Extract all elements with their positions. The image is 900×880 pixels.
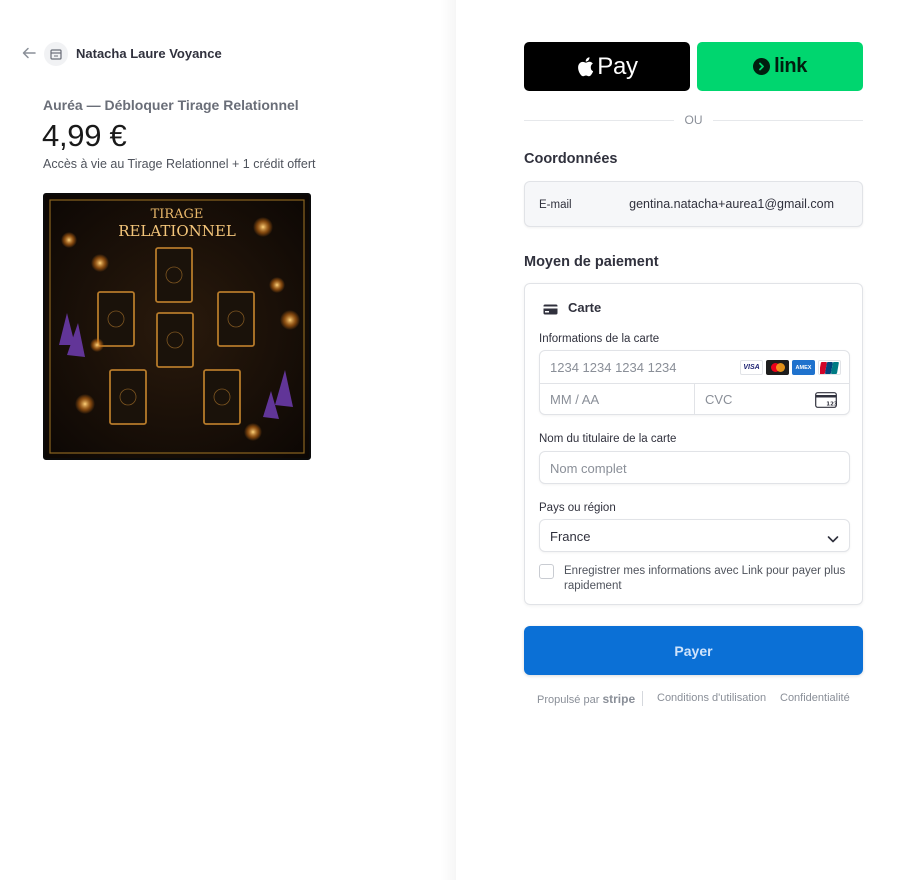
contact-section-title: Coordonnées	[524, 151, 618, 167]
mastercard-icon	[766, 360, 789, 375]
arrow-left-icon[interactable]	[22, 46, 38, 62]
product-image: TIRAGE RELATIONNEL	[43, 193, 311, 460]
payment-method-box: Carte Informations de la carte 1234 1234…	[524, 283, 863, 605]
pay-button-label: Payer	[674, 642, 713, 659]
product-description: Accès à vie au Tirage Relationnel + 1 cr…	[43, 157, 316, 171]
image-title-line2: RELATIONNEL	[118, 222, 236, 240]
footer-separator	[642, 691, 643, 706]
link-label: link	[774, 55, 807, 77]
card-number-input[interactable]: 1234 1234 1234 1234	[550, 360, 677, 375]
or-line-right	[713, 120, 863, 121]
expiry-input[interactable]: MM / AA	[550, 392, 599, 407]
powered-by-text: Propulsé par	[537, 694, 600, 706]
order-summary-pane: Natacha Laure Voyance Auréa — Débloquer …	[0, 0, 446, 880]
country-select[interactable]: France	[539, 519, 850, 552]
card-brands: VISA AMEX	[740, 360, 841, 375]
card-tab-label[interactable]: Carte	[568, 300, 601, 315]
store-icon	[44, 42, 68, 66]
privacy-link[interactable]: Confidentialité	[780, 692, 850, 704]
cardholder-label: Nom du titulaire de la carte	[539, 433, 677, 445]
image-title-line1: TIRAGE	[151, 207, 204, 222]
pay-button[interactable]: Payer	[524, 626, 863, 675]
product-name: Auréa — Débloquer Tirage Relationnel	[43, 97, 299, 113]
merchant-name: Natacha Laure Voyance	[76, 46, 222, 61]
cardholder-name-input[interactable]: Nom complet	[539, 451, 850, 484]
pane-divider	[440, 0, 456, 880]
link-arrow-icon	[753, 58, 771, 75]
link-pay-button[interactable]: link	[697, 42, 863, 91]
product-price: 4,99 €	[42, 118, 127, 153]
email-field[interactable]: E-mail gentina.natacha+aurea1@gmail.com	[524, 181, 863, 227]
save-info-checkbox[interactable]	[539, 564, 554, 579]
card-group-vdivider	[694, 383, 695, 415]
email-label: E-mail	[539, 199, 572, 211]
save-info-label: Enregistrer mes informations avec Link p…	[564, 565, 846, 592]
country-value: France	[550, 529, 591, 544]
visa-icon: VISA	[740, 360, 763, 375]
powered-by[interactable]: Propulsé par stripe	[537, 692, 635, 706]
chevron-down-icon	[827, 531, 839, 543]
stripe-logo: stripe	[602, 692, 636, 706]
apple-pay-label: Pay	[597, 52, 638, 80]
unionpay-icon	[818, 360, 841, 375]
card-info-label: Informations de la carte	[539, 333, 660, 345]
or-separator: OU	[524, 113, 863, 127]
credit-card-icon	[543, 302, 558, 315]
card-details-group: 1234 1234 1234 1234 VISA AMEX MM / AA CV…	[539, 350, 850, 415]
amex-icon: AMEX	[792, 360, 815, 375]
cvc-input[interactable]: CVC	[705, 392, 732, 407]
payment-section-title: Moyen de paiement	[524, 254, 659, 270]
footer: Propulsé par stripe Conditions d'utilisa…	[524, 691, 863, 708]
apple-logo-icon	[578, 57, 594, 77]
country-label: Pays ou région	[539, 502, 616, 514]
cvc-card-icon: 123	[815, 392, 838, 408]
terms-link[interactable]: Conditions d'utilisation	[657, 692, 766, 704]
cvc-icon-text: 123	[826, 402, 837, 408]
cardholder-placeholder: Nom complet	[550, 461, 627, 476]
apple-pay-button[interactable]: Pay	[524, 42, 690, 91]
email-value: gentina.natacha+aurea1@gmail.com	[629, 197, 834, 211]
checkout-pane: Pay link OU Coordonnées E-mail gentina.n…	[456, 0, 900, 880]
